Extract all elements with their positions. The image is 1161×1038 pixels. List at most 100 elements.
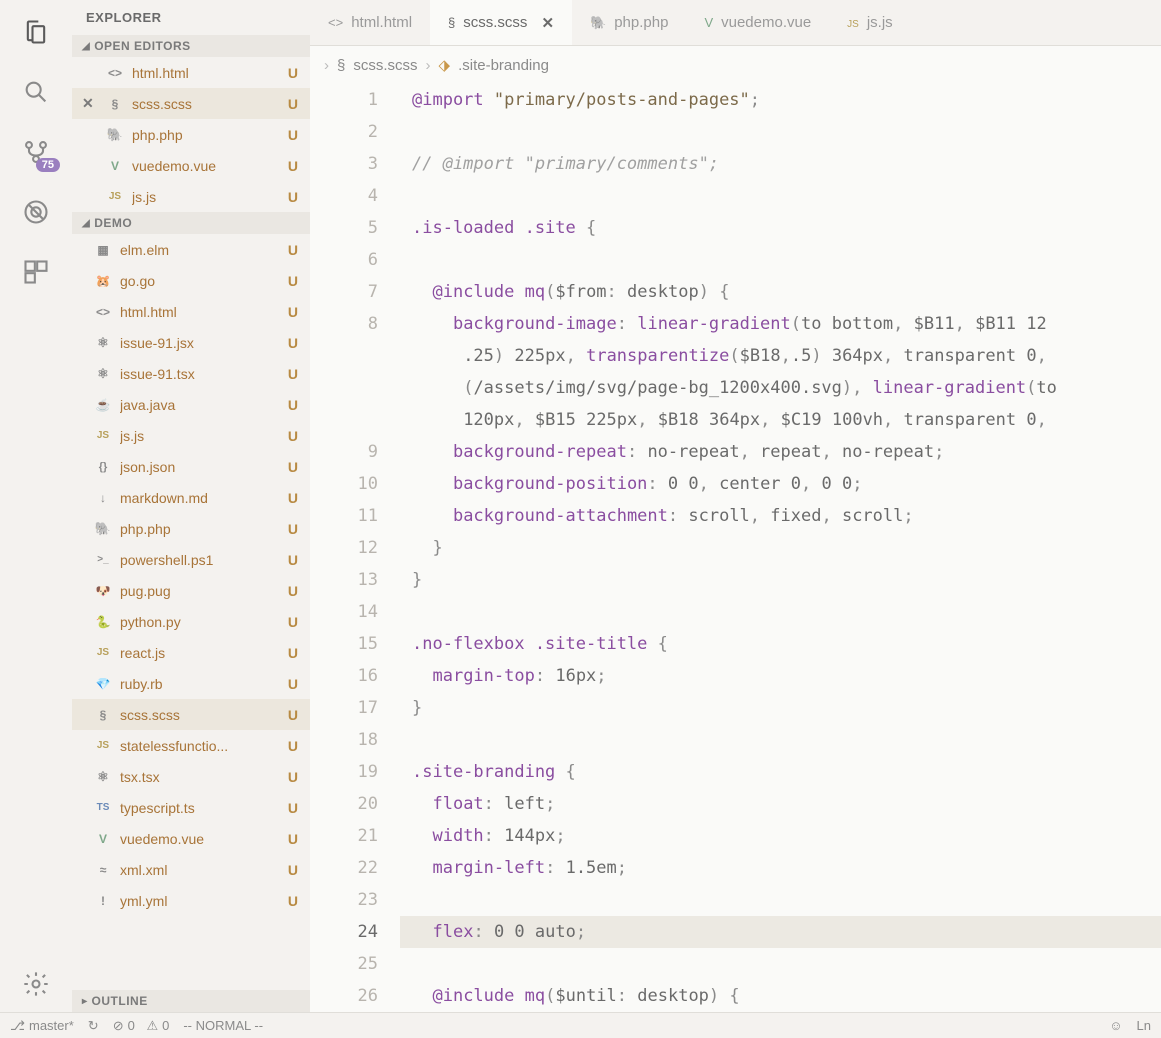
file-item[interactable]: elm.elmU — [72, 234, 310, 265]
line-number: 13 — [310, 564, 378, 596]
code-line[interactable]: flex: 0 0 auto; — [400, 916, 1161, 948]
file-name: powershell.ps1 — [120, 552, 282, 568]
code-line[interactable] — [400, 244, 1161, 276]
code-line[interactable]: } — [400, 692, 1161, 724]
code-line[interactable]: (/assets/img/svg/page-bg_1200x400.svg), … — [400, 372, 1161, 404]
file-item[interactable]: json.jsonU — [72, 451, 310, 482]
file-item[interactable]: issue-91.tsxU — [72, 358, 310, 389]
file-item[interactable]: yml.ymlU — [72, 885, 310, 916]
editor-tab[interactable]: js.js — [829, 0, 911, 45]
file-item[interactable]: java.javaU — [72, 389, 310, 420]
code-line[interactable]: } — [400, 532, 1161, 564]
file-item[interactable]: statelessfunctio...U — [72, 730, 310, 761]
code-line[interactable]: @include mq($until: desktop) { — [400, 980, 1161, 1012]
file-item[interactable]: pug.pugU — [72, 575, 310, 606]
code-line[interactable]: // @import "primary/comments"; — [400, 148, 1161, 180]
code-editor[interactable]: 1234567891011121314151617181920212223242… — [310, 84, 1161, 1012]
editor-tab[interactable]: vuedemo.vue — [686, 0, 829, 45]
file-item[interactable]: xml.xmlU — [72, 854, 310, 885]
breadcrumb-symbol[interactable]: .site-branding — [458, 57, 549, 74]
git-status: U — [288, 490, 298, 506]
git-status: U — [288, 676, 298, 692]
code-line[interactable]: @import "primary/posts-and-pages"; — [400, 84, 1161, 116]
code-content[interactable]: @import "primary/posts-and-pages"; // @im… — [400, 84, 1161, 1012]
cursor-position[interactable]: Ln — [1137, 1018, 1151, 1033]
code-line[interactable]: background-attachment: scroll, fixed, sc… — [400, 500, 1161, 532]
file-item[interactable]: vuedemo.vueU — [72, 823, 310, 854]
file-item[interactable]: go.goU — [72, 265, 310, 296]
code-line[interactable]: background-image: linear-gradient(to bot… — [400, 308, 1161, 340]
file-item[interactable]: python.pyU — [72, 606, 310, 637]
search-icon[interactable] — [20, 76, 52, 108]
code-line[interactable]: background-position: 0 0, center 0, 0 0; — [400, 468, 1161, 500]
git-branch[interactable]: ⎇ master* — [10, 1018, 74, 1034]
open-editor-item[interactable]: ✕scss.scssU — [72, 88, 310, 119]
file-name: ruby.rb — [120, 676, 282, 692]
code-line[interactable] — [400, 180, 1161, 212]
sync-icon[interactable]: ↻ — [88, 1018, 99, 1034]
editor-tab[interactable]: scss.scss✕ — [430, 0, 572, 45]
file-name: pug.pug — [120, 583, 282, 599]
file-item[interactable]: powershell.ps1U — [72, 544, 310, 575]
file-icon — [106, 189, 124, 205]
open-editor-item[interactable]: html.htmlU — [72, 57, 310, 88]
line-number — [310, 404, 378, 436]
code-line[interactable]: background-repeat: no-repeat, repeat, no… — [400, 436, 1161, 468]
file-item[interactable]: issue-91.jsxU — [72, 327, 310, 358]
breadcrumb-file[interactable]: scss.scss — [353, 57, 417, 74]
feedback-icon[interactable]: ☺ — [1109, 1018, 1122, 1033]
editor-tab[interactable]: php.php — [572, 0, 686, 45]
file-item[interactable]: tsx.tsxU — [72, 761, 310, 792]
file-item[interactable]: typescript.tsU — [72, 792, 310, 823]
open-editor-item[interactable]: vuedemo.vueU — [72, 150, 310, 181]
code-line[interactable]: } — [400, 564, 1161, 596]
git-status: U — [288, 397, 298, 413]
code-line[interactable] — [400, 724, 1161, 756]
code-line[interactable]: margin-left: 1.5em; — [400, 852, 1161, 884]
code-line[interactable]: float: left; — [400, 788, 1161, 820]
section-demo[interactable]: ◢ DEMO — [72, 212, 310, 234]
settings-gear-icon[interactable] — [20, 968, 52, 1000]
problems[interactable]: ⊘0 ⚠0 — [113, 1018, 170, 1034]
debug-icon[interactable] — [20, 196, 52, 228]
file-item[interactable]: js.jsU — [72, 420, 310, 451]
vim-mode: -- NORMAL -- — [183, 1018, 263, 1033]
file-item[interactable]: markdown.mdU — [72, 482, 310, 513]
tab-label: vuedemo.vue — [721, 14, 811, 31]
explorer-icon[interactable] — [20, 16, 52, 48]
code-line[interactable]: .site-branding { — [400, 756, 1161, 788]
tab-label: php.php — [614, 14, 668, 31]
section-label: OPEN EDITORS — [94, 39, 190, 53]
file-name: vuedemo.vue — [132, 158, 282, 174]
section-outline[interactable]: ▸ OUTLINE — [72, 990, 310, 1012]
code-line[interactable]: .25) 225px, transparentize($B18,.5) 364p… — [400, 340, 1161, 372]
code-line[interactable] — [400, 116, 1161, 148]
code-line[interactable] — [400, 948, 1161, 980]
open-editor-item[interactable]: js.jsU — [72, 181, 310, 212]
file-item[interactable]: react.jsU — [72, 637, 310, 668]
source-control-icon[interactable]: 75 — [20, 136, 52, 168]
close-icon[interactable]: ✕ — [82, 95, 94, 112]
line-number: 18 — [310, 724, 378, 756]
file-item[interactable]: php.phpU — [72, 513, 310, 544]
file-item[interactable]: ruby.rb U — [72, 668, 310, 699]
file-item[interactable]: scss.scssU — [72, 699, 310, 730]
file-icon — [94, 273, 112, 289]
code-line[interactable] — [400, 596, 1161, 628]
code-line[interactable]: .no-flexbox .site-title { — [400, 628, 1161, 660]
file-item[interactable]: html.htmlU — [72, 296, 310, 327]
code-line[interactable]: width: 144px; — [400, 820, 1161, 852]
close-icon[interactable]: ✕ — [541, 14, 554, 32]
code-line[interactable]: @include mq($from: desktop) { — [400, 276, 1161, 308]
extensions-icon[interactable] — [20, 256, 52, 288]
code-line[interactable]: .is-loaded .site { — [400, 212, 1161, 244]
open-editor-item[interactable]: php.phpU — [72, 119, 310, 150]
section-open-editors[interactable]: ◢ OPEN EDITORS — [72, 35, 310, 57]
warning-icon: ⚠ — [146, 1018, 158, 1034]
file-name: issue-91.jsx — [120, 335, 282, 351]
editor-tab[interactable]: html.html — [310, 0, 430, 45]
code-line[interactable]: margin-top: 16px; — [400, 660, 1161, 692]
code-line[interactable] — [400, 884, 1161, 916]
code-line[interactable]: 120px, $B15 225px, $B18 364px, $C19 100v… — [400, 404, 1161, 436]
breadcrumb[interactable]: › scss.scss › ⬗ .site-branding — [310, 46, 1161, 84]
